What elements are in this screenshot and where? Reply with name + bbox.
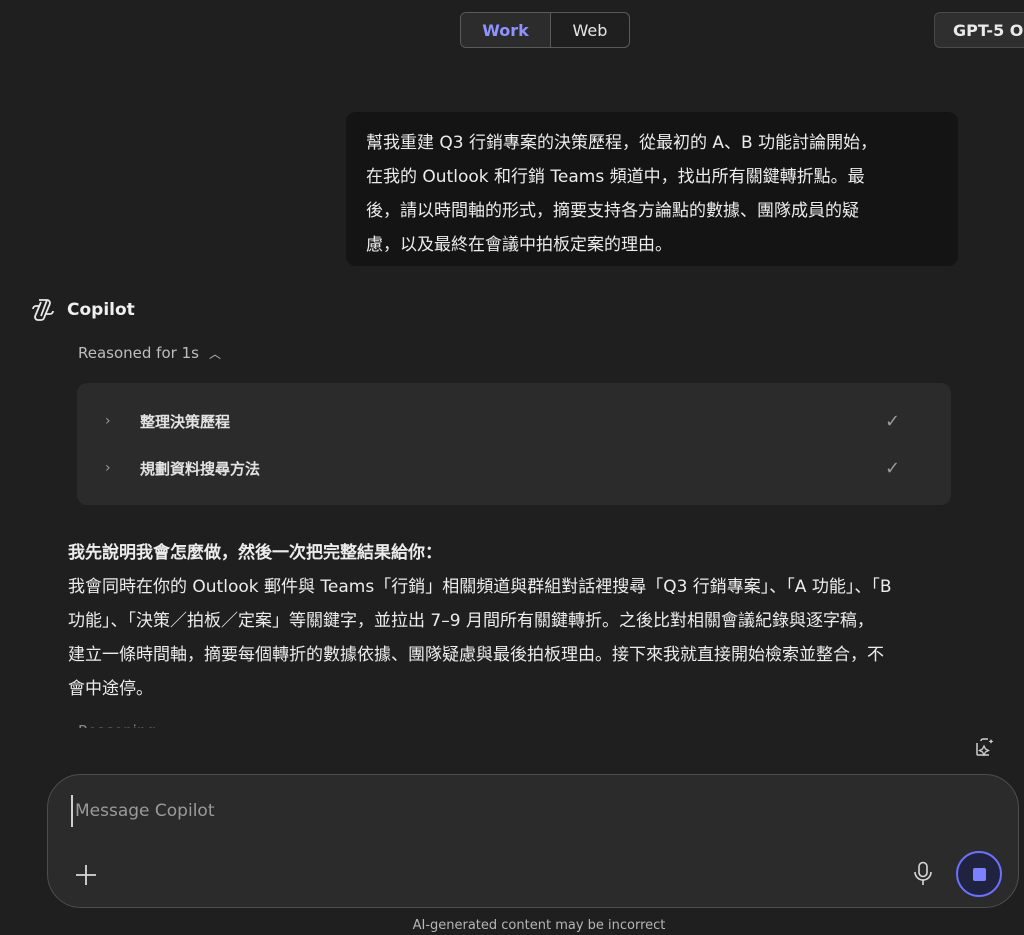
chevron-up-icon: ︿: [208, 346, 221, 361]
plus-icon[interactable]: [74, 863, 98, 887]
reasoned-label: Reasoned for 1s: [78, 344, 199, 362]
user-message-line: 在我的 Outlook 和行銷 Teams 頻道中，找出所有關鍵轉折點。最: [366, 167, 865, 187]
work-web-toggle: Work Web: [460, 12, 630, 48]
copilot-header: Copilot: [30, 297, 135, 323]
chevron-right-icon: ›: [105, 460, 111, 476]
reasoning-step-label: 整理決策歷程: [140, 412, 231, 431]
user-message-bubble: 幫我重建 Q3 行銷專案的決策歷程，從最初的 A、B 功能討論開始， 在我的 O…: [346, 112, 958, 266]
checkmark-icon: ✓: [885, 410, 901, 432]
web-mode-button[interactable]: Web: [551, 13, 629, 47]
message-input[interactable]: [71, 795, 897, 827]
reasoning-steps-card: › 整理決策歷程 ✓ › 規劃資料搜尋方法 ✓: [77, 383, 951, 505]
reasoning-step-label: 規劃資料搜尋方法: [140, 459, 261, 478]
copilot-name: Copilot: [67, 300, 135, 320]
stop-icon: [972, 867, 986, 881]
checkmark-icon: ✓: [885, 457, 901, 479]
answer-line: 我會同時在你的 Outlook 郵件與 Teams「行銷」相關頻道與群組對話裡搜…: [68, 577, 892, 597]
user-message-line: 幫我重建 Q3 行銷專案的決策歷程，從最初的 A、B 功能討論開始，: [366, 133, 878, 153]
model-selector-button[interactable]: GPT-5 On: [934, 12, 1024, 48]
user-message-line: 慮，以及最終在會議中拍板定案的理由。: [366, 235, 672, 255]
answer-lead: 我先說明我會怎麼做，然後一次把完整結果給你：: [68, 543, 442, 563]
answer-line: 功能」、「決策／拍板／定案」等關鍵字，並拉出 7–9 月間所有關鍵轉折。之後比對…: [68, 611, 874, 631]
work-mode-button[interactable]: Work: [461, 13, 551, 47]
microphone-icon[interactable]: [912, 861, 934, 887]
scrolled-off-text: Reasoning…: [78, 722, 171, 728]
user-message-line: 後，請以時間軸的形式，摘要支持各方論點的數據、團隊成員的疑: [366, 201, 859, 221]
reasoning-step[interactable]: › 規劃資料搜尋方法 ✓: [77, 448, 951, 488]
chevron-right-icon: ›: [105, 413, 111, 429]
copilot-chat-page: Work Web GPT-5 On 幫我重建 Q3 行銷專案的決策歷程，從最初的…: [0, 0, 1024, 935]
stop-generating-button[interactable]: [956, 851, 1002, 897]
reasoned-toggle[interactable]: Reasoned for 1s ︿: [78, 344, 221, 362]
answer-line: 會中途停。: [68, 679, 153, 699]
message-composer: [47, 774, 1019, 908]
assistant-answer: 我先說明我會怎麼做，然後一次把完整結果給你： 我會同時在你的 Outlook 郵…: [68, 536, 983, 706]
reasoning-step[interactable]: › 整理決策歷程 ✓: [77, 401, 951, 441]
answer-line: 建立一條時間軸，摘要每個轉折的數據依據、團隊疑慮與最後拍板理由。接下來我就直接開…: [68, 645, 884, 665]
sparkle-icon[interactable]: [974, 736, 996, 758]
ai-disclaimer: AI-generated content may be incorrect: [412, 918, 666, 933]
copilot-logo-icon: [32, 299, 54, 321]
